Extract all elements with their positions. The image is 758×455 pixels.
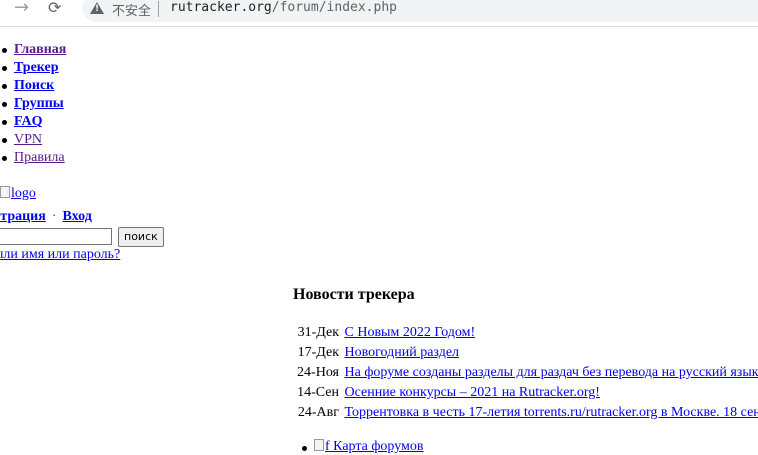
news-link[interactable]: Осенние конкурсы – 2021 на Rutracker.org…	[345, 385, 600, 400]
news-item: 24-Авг Торрентовка в честь 17-летия torr…	[295, 404, 758, 424]
news-date: 24-Авг	[295, 404, 339, 422]
url-path: /forum/index.php	[272, 0, 397, 15]
news-date: 17-Дек	[295, 344, 339, 362]
menu-item-faq: FAQ	[14, 113, 66, 131]
menu-link-vpn[interactable]: VPN	[14, 132, 42, 147]
reload-icon[interactable]: ⟳	[48, 0, 66, 18]
menu-item-home: Главная	[14, 41, 66, 59]
news-date: 24-Ноя	[295, 364, 339, 382]
news-heading: Новости трекера	[293, 286, 415, 304]
auth-separator: ·	[52, 209, 57, 224]
forward-arrow-icon[interactable]: →	[14, 0, 32, 18]
news-date: 31-Дек	[295, 324, 339, 342]
url-host: rutracker.org	[170, 0, 272, 15]
broken-image-icon	[0, 186, 10, 198]
news-item: 17-Дек Новогодний раздел	[295, 344, 758, 364]
insecure-label: 不安全	[112, 0, 151, 19]
menu-item-groups: Группы	[14, 95, 66, 113]
browser-toolbar: → ⟳ 不安全 rutracker.org/forum/index.php	[0, 0, 758, 27]
menu-link-rules[interactable]: Правила	[14, 150, 65, 165]
address-bar[interactable]: 不安全 rutracker.org/forum/index.php	[82, 0, 758, 22]
news-link[interactable]: Новогодний раздел	[345, 345, 460, 360]
news-list: 31-Дек С Новым 2022 Годом! 17-Дек Нового…	[295, 324, 758, 424]
address-separator	[158, 1, 159, 17]
login-link[interactable]: Вход	[63, 209, 92, 224]
menu-link-home[interactable]: Главная	[14, 42, 66, 57]
url-text[interactable]: rutracker.org/forum/index.php	[170, 0, 397, 15]
news-item: 31-Дек С Новым 2022 Годом!	[295, 324, 758, 344]
forum-map-alt: f	[325, 439, 330, 454]
warning-icon	[90, 2, 104, 14]
broken-image-icon	[314, 439, 324, 451]
register-link[interactable]: истрация	[0, 209, 46, 224]
search-button[interactable]: поиск	[118, 227, 164, 247]
news-link[interactable]: На форуме созданы разделы для раздач без…	[345, 365, 758, 380]
news-link[interactable]: Торрентовка в честь 17-летия torrents.ru…	[345, 405, 758, 420]
news-item: 14-Сен Осенние конкурсы – 2021 на Rutrac…	[295, 384, 758, 404]
menu-item-vpn: VPN	[14, 131, 66, 149]
forum-map-label: Карта форумов	[333, 439, 423, 454]
news-link[interactable]: С Новым 2022 Годом!	[345, 325, 476, 340]
logo-link[interactable]: logo	[0, 186, 36, 202]
menu-item-search: Поиск	[14, 77, 66, 95]
news-item: 24-Ноя На форуме созданы разделы для раз…	[295, 364, 758, 384]
menu-item-tracker: Трекер	[14, 59, 66, 77]
forum-map-link[interactable]: f Карта форумов	[314, 439, 424, 455]
forgot-password-link[interactable]: ыли имя или пароль?	[0, 247, 120, 263]
menu-link-tracker[interactable]: Трекер	[14, 60, 59, 75]
news-date: 14-Сен	[295, 384, 339, 402]
logo-alt-text: logo	[11, 186, 36, 201]
menu-link-groups[interactable]: Группы	[14, 96, 64, 111]
menu-link-faq[interactable]: FAQ	[14, 114, 43, 129]
auth-links: истрация · Вход	[0, 209, 92, 225]
menu-item-rules: Правила	[14, 149, 66, 167]
menu-link-search[interactable]: Поиск	[14, 78, 54, 93]
main-menu: Главная Трекер Поиск Группы FAQ VPN Прав…	[0, 41, 66, 167]
search-input[interactable]	[0, 228, 112, 245]
